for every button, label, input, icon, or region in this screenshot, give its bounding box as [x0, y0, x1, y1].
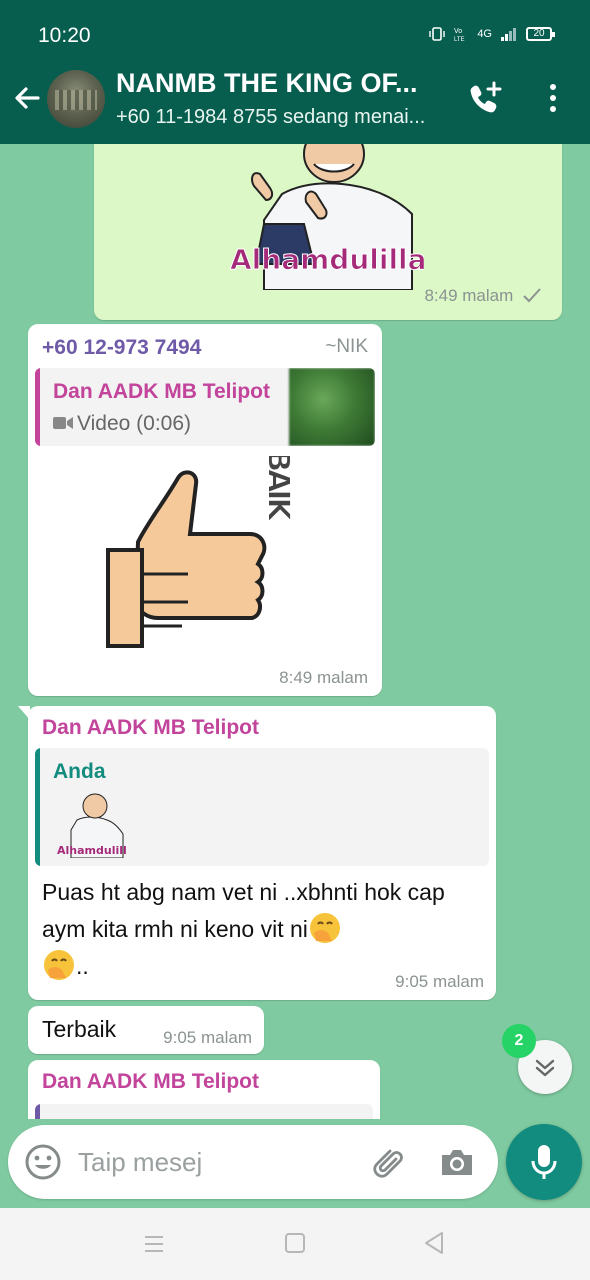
- volte-icon: Vo LTE: [454, 28, 465, 42]
- status-bar: 10:20 Vo LTE 4G 20: [0, 0, 590, 54]
- chat-subtitle[interactable]: +60 11-1984 8755 sedang menai...: [116, 106, 446, 129]
- home-icon[interactable]: [284, 1232, 306, 1254]
- camera-icon[interactable]: [438, 1145, 476, 1179]
- hand-over-mouth-emoji: [44, 950, 74, 980]
- message-input[interactable]: Taip mesej: [78, 1147, 202, 1178]
- sender-name[interactable]: Dan AADK MB Telipot: [42, 716, 259, 740]
- message-bubble-outgoing-sticker[interactable]: Alhamdulillah 8:49 malam: [94, 144, 562, 320]
- sender-alias: ~NIK: [325, 336, 368, 357]
- hand-over-mouth-emoji: [309, 913, 340, 943]
- video-icon: [53, 417, 73, 429]
- message-bubble-incoming-sticker[interactable]: +60 12-973 7494 ~NIK Dan AADK MB Telipot…: [28, 324, 382, 696]
- video-thumbnail: [289, 368, 375, 446]
- chat-header: NANMB THE KING OF... +60 11-1984 8755 se…: [0, 54, 590, 144]
- quoted-video-label: Video (0:06): [53, 412, 191, 436]
- message-composer[interactable]: Taip mesej: [8, 1125, 498, 1199]
- battery-icon: 20: [526, 27, 555, 41]
- status-time: 10:20: [38, 24, 91, 47]
- quote-bar: [35, 368, 40, 446]
- sender-phone[interactable]: +60 12-973 7494: [42, 336, 201, 360]
- more-options-icon[interactable]: [540, 82, 566, 114]
- quote-bar: [35, 1104, 40, 1119]
- back-arrow-icon[interactable]: [12, 80, 42, 116]
- quote-bar: [35, 748, 40, 866]
- sticker-caption: Alhamdulillah: [230, 243, 424, 276]
- message-bubble-incoming-reply[interactable]: Dan AADK MB Telipot Anda Alhamdulillah P…: [18, 706, 496, 1000]
- sender-name[interactable]: Dan AADK MB Telipot: [42, 1070, 259, 1094]
- chat-area[interactable]: Alhamdulillah 8:49 malam +60 12-973 7494…: [0, 144, 590, 1119]
- message-bubble-incoming-partial[interactable]: Dan AADK MB Telipot: [28, 1060, 380, 1119]
- svg-text:Alhamdulillah: Alhamdulillah: [57, 844, 127, 857]
- quoted-message[interactable]: Dan AADK MB Telipot Video (0:06): [35, 368, 375, 446]
- vibrate-icon: [429, 27, 446, 41]
- group-avatar[interactable]: [47, 70, 105, 128]
- voice-record-button[interactable]: [506, 1124, 582, 1200]
- quoted-sticker-thumbnail: Alhamdulillah: [57, 793, 127, 858]
- microphone-icon: [531, 1145, 557, 1179]
- quoted-sender: Dan AADK MB Telipot: [53, 380, 270, 403]
- system-nav-bar: [0, 1208, 590, 1280]
- svg-text:LTE: LTE: [454, 37, 465, 42]
- chat-title[interactable]: NANMB THE KING OF...: [116, 68, 446, 99]
- nav-back-icon[interactable]: [422, 1230, 446, 1256]
- message-time: 8:49 malam: [424, 286, 542, 306]
- recent-apps-icon[interactable]: [142, 1232, 166, 1256]
- quoted-message[interactable]: [35, 1104, 373, 1119]
- svg-text:TERBAIK: TERBAIK: [261, 456, 296, 523]
- unread-count-badge: 2: [502, 1024, 536, 1058]
- attach-icon[interactable]: [368, 1143, 404, 1181]
- message-text: Puas ht abg nam vet ni ..xbhnti hok cap …: [42, 874, 482, 985]
- quoted-sender: Anda: [53, 760, 106, 783]
- alhamdulillah-sticker: Alhamdulillah: [230, 144, 424, 290]
- sent-check-icon: [523, 288, 541, 303]
- status-icons: Vo LTE 4G 20: [429, 26, 555, 42]
- network-type: 4G: [477, 28, 492, 40]
- quoted-message[interactable]: Anda Alhamdulillah: [35, 748, 489, 866]
- add-call-icon[interactable]: [466, 80, 504, 116]
- svg-text:Vo: Vo: [454, 28, 462, 35]
- terbaik-sticker-text: TERBAIK: [260, 456, 296, 523]
- message-bubble-incoming-text[interactable]: Terbaik 9:05 malam: [28, 1006, 264, 1054]
- emoji-icon[interactable]: [24, 1143, 62, 1181]
- message-time: 9:05 malam: [163, 1028, 252, 1047]
- double-chevron-down-icon: [535, 1059, 555, 1077]
- signal-icon: [501, 28, 516, 41]
- message-time: 9:05 malam: [395, 972, 484, 991]
- message-time: 8:49 malam: [279, 668, 368, 687]
- message-text: Terbaik: [42, 1016, 117, 1042]
